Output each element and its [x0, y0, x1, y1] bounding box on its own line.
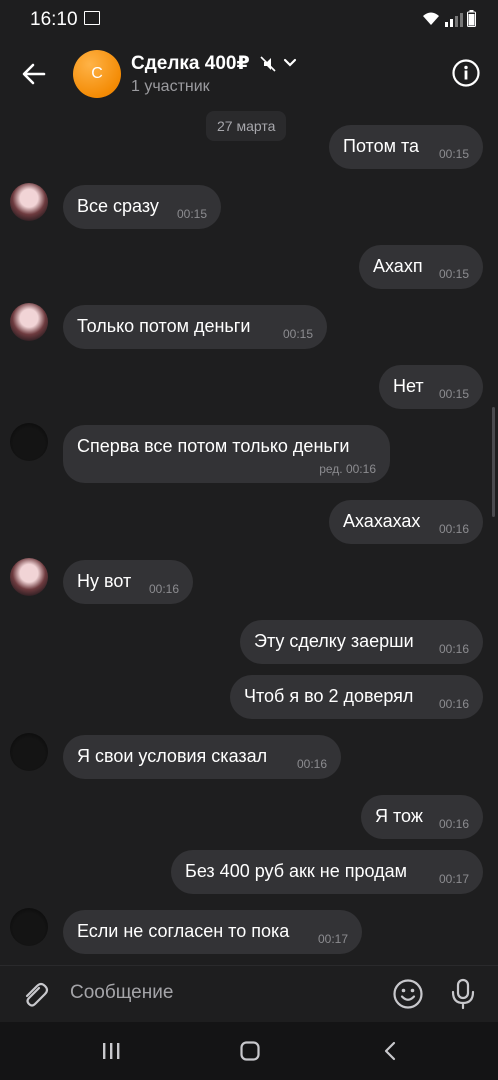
outgoing-message[interactable]: Я тож 00:16 [361, 795, 483, 839]
status-time: 16:10 [30, 9, 78, 30]
outgoing-message[interactable]: Эту сделку заерши 00:16 [240, 620, 483, 664]
outgoing-message[interactable]: Нет 00:15 [379, 365, 483, 409]
chat-header: С Сделка 400₽ 1 участник [0, 38, 498, 112]
message-time: 00:15 [438, 147, 469, 161]
user-avatar[interactable] [10, 558, 48, 596]
emoji-icon[interactable] [392, 978, 424, 1010]
wifi-icon [423, 12, 439, 25]
message-text: Ну вот [77, 571, 132, 591]
chat-title[interactable]: Сделка 400₽ [131, 52, 250, 75]
incoming-message[interactable]: Все сразу 00:15 [63, 185, 221, 229]
outgoing-message[interactable]: Без 400 руб акк не продам 00:17 [171, 850, 483, 894]
message-time: 00:16 [438, 817, 469, 831]
message-time: 00:17 [317, 932, 348, 946]
scrollbar[interactable] [492, 407, 495, 517]
user-avatar[interactable] [10, 733, 48, 771]
chat-subtitle: 1 участник [131, 78, 210, 95]
user-avatar[interactable] [10, 423, 48, 461]
message-time: 00:16 [438, 642, 469, 656]
status-bar: 16:10 [0, 0, 498, 38]
message-time: 00:17 [438, 872, 469, 886]
message-time: 00:15 [176, 207, 207, 221]
message-time: 00:16 [438, 697, 469, 711]
message-text: Потом та [343, 136, 420, 156]
home-icon[interactable] [240, 1041, 260, 1061]
chat-avatar[interactable]: С [73, 50, 121, 98]
message-text: Я свои условия сказал [77, 746, 268, 766]
message-time: 00:16 [438, 522, 469, 536]
user-avatar[interactable] [10, 908, 48, 946]
chevron-down-icon[interactable] [283, 58, 297, 68]
incoming-message[interactable]: Только потом деньги 00:15 [63, 305, 327, 349]
outgoing-message[interactable]: Потом та 00:15 [329, 125, 483, 169]
message-composer: Сообщение [0, 965, 498, 1023]
message-time: 00:15 [282, 327, 313, 341]
incoming-message[interactable]: Ну вот 00:16 [63, 560, 193, 604]
message-text: Чтоб я во 2 доверял [244, 686, 414, 706]
battery-icon [467, 10, 476, 27]
chat-avatar-letter: С [91, 65, 103, 82]
message-time: 00:16 [148, 582, 179, 596]
nav-back-icon[interactable] [382, 1041, 398, 1061]
message-input[interactable]: Сообщение [70, 982, 173, 1004]
info-icon[interactable] [452, 59, 480, 87]
signal-icon [445, 13, 463, 27]
message-text: Я тож [375, 806, 423, 826]
incoming-message[interactable]: Я свои условия сказал 00:16 [63, 735, 341, 779]
message-text: Ахахахах [343, 511, 421, 531]
paperclip-icon[interactable] [20, 980, 50, 1010]
message-text: Если не согласен то пока [77, 921, 290, 941]
incoming-message[interactable]: Если не согласен то пока 00:17 [63, 910, 362, 954]
message-text: Сперва все потом только деньги [77, 436, 350, 456]
user-avatar[interactable] [10, 303, 48, 341]
message-text: Ахахп [373, 256, 423, 276]
message-text: Только потом деньги [77, 316, 251, 336]
message-time: ред. 00:16 [319, 462, 376, 476]
microphone-icon[interactable] [450, 978, 476, 1010]
message-time: 00:15 [438, 267, 469, 281]
outgoing-message[interactable]: Ахахп 00:15 [359, 245, 483, 289]
outgoing-message[interactable]: Ахахахах 00:16 [329, 500, 483, 544]
system-nav-bar [0, 1022, 498, 1080]
incoming-message[interactable]: Сперва все потом только деньги ред. 00:1… [63, 425, 390, 483]
message-text: Без 400 руб акк не продам [185, 861, 408, 881]
status-icons [421, 10, 476, 27]
message-time: 00:15 [438, 387, 469, 401]
message-text: Эту сделку заерши [254, 631, 414, 651]
date-separator: 27 марта [206, 111, 287, 141]
arrow-left-icon[interactable] [18, 58, 50, 90]
message-time: 00:16 [296, 757, 327, 771]
gallery-notification-icon [84, 11, 100, 25]
message-text: Все сразу [77, 196, 159, 216]
user-avatar[interactable] [10, 183, 48, 221]
outgoing-message[interactable]: Чтоб я во 2 доверял 00:16 [230, 675, 483, 719]
message-text: Нет [393, 376, 424, 396]
mute-icon [260, 56, 276, 72]
recents-icon[interactable] [101, 1041, 121, 1061]
